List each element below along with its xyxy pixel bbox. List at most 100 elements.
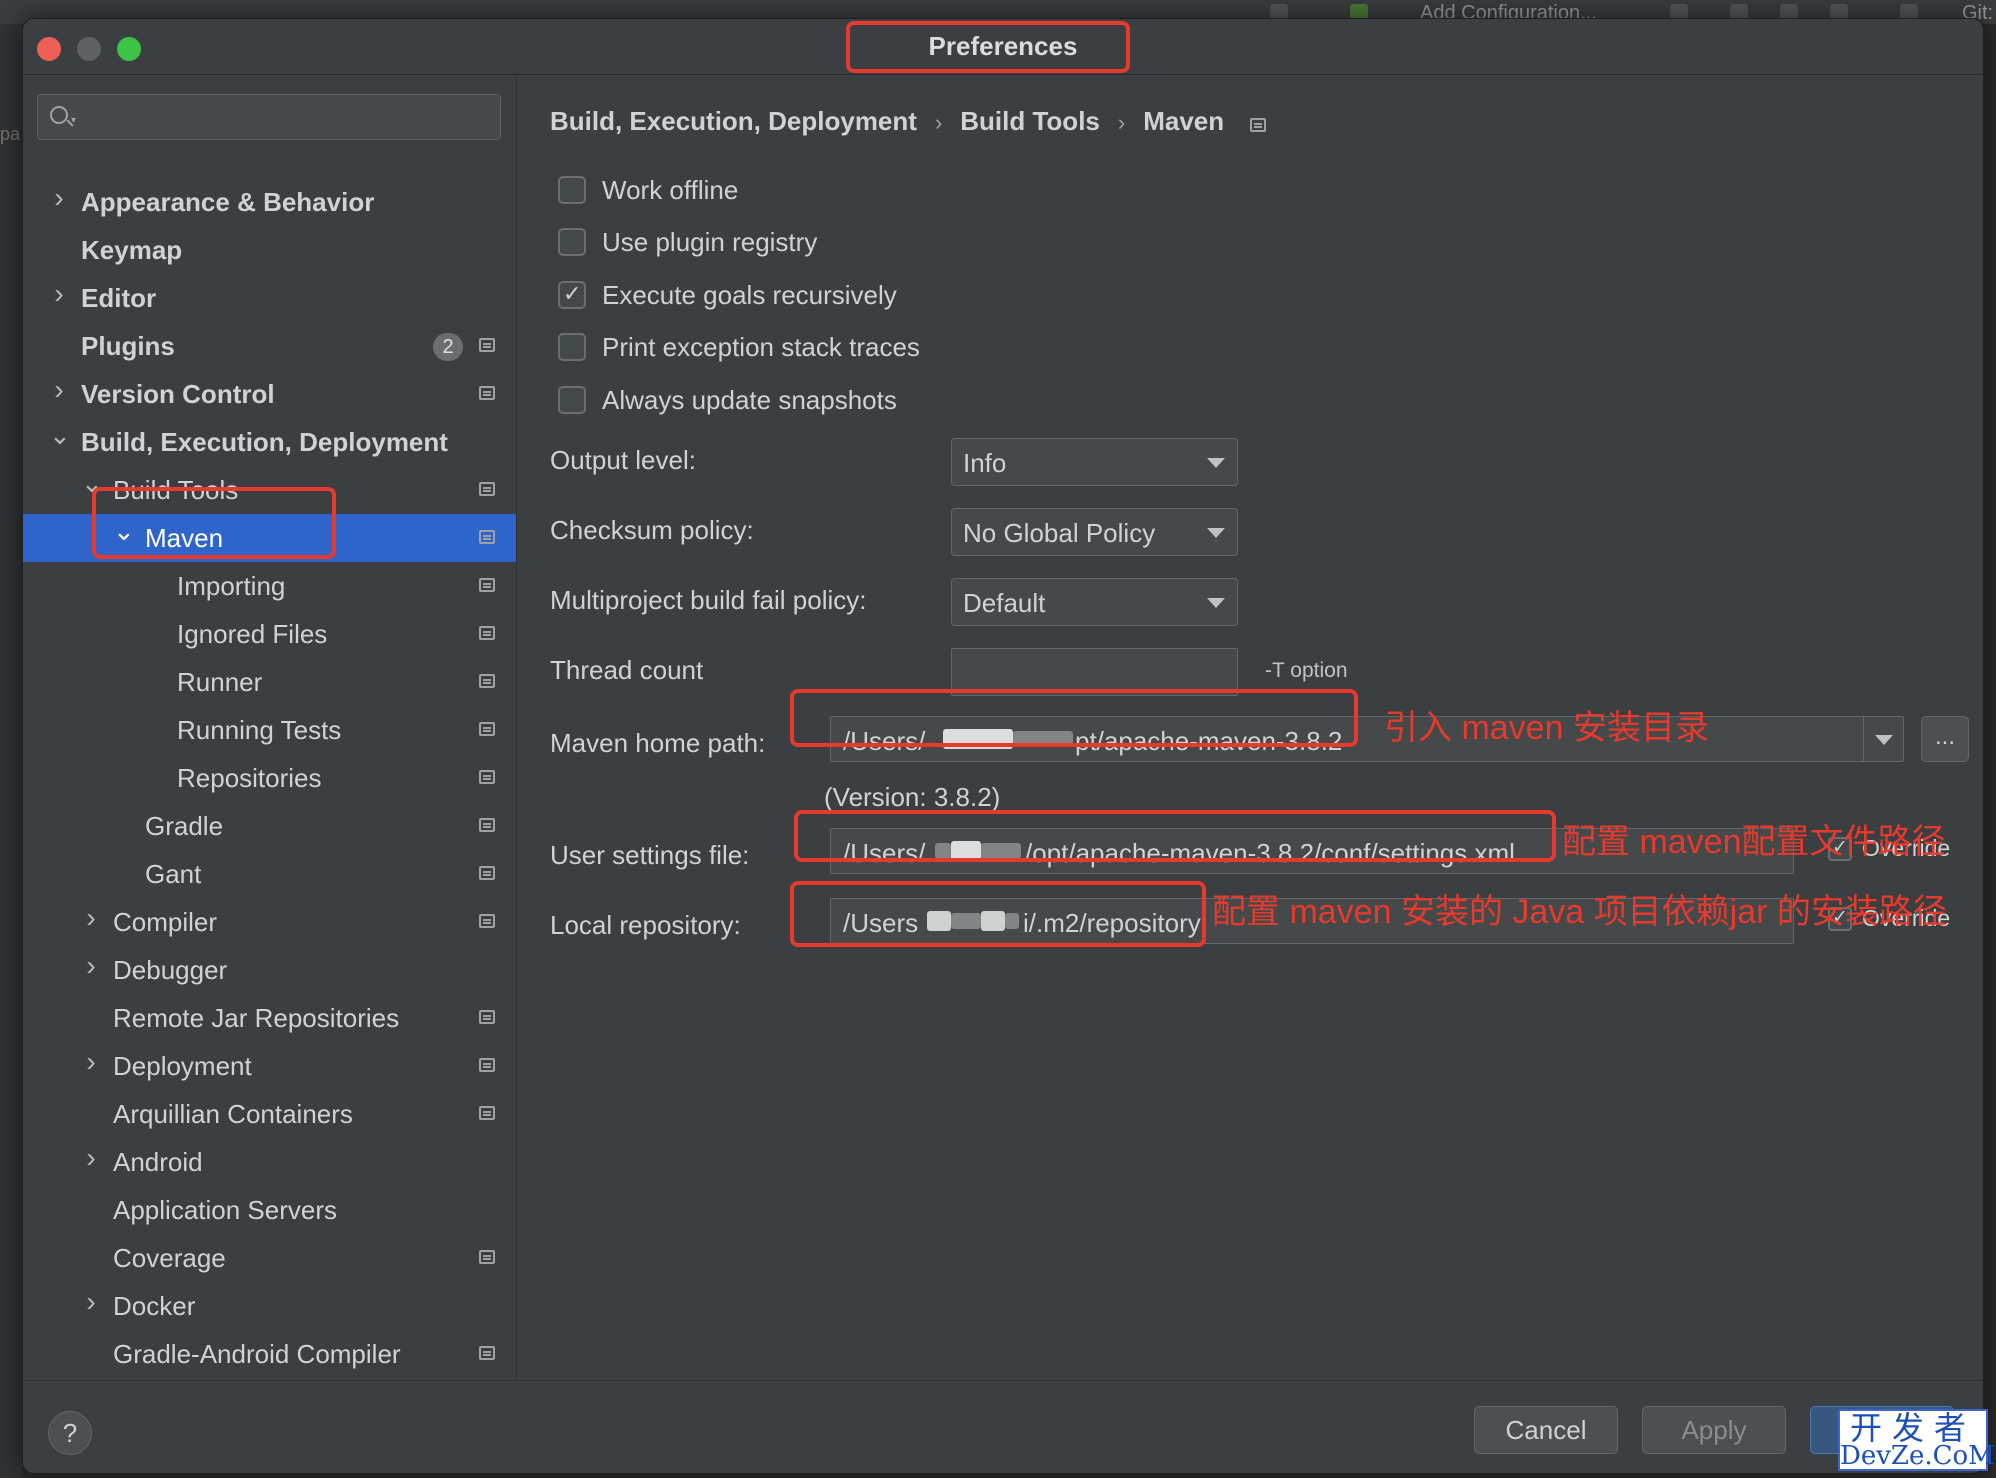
sidebar-item-build-execution-deployment[interactable]: ⌄ Build, Execution, Deployment — [23, 418, 516, 466]
breadcrumb: Build, Execution, Deployment › Build Tools… — [550, 106, 1267, 137]
sidebar-item-android[interactable]: › Android — [23, 1138, 516, 1186]
sidebar-item-repositories[interactable]: Repositories — [23, 754, 516, 802]
sidebar-item-label: Compiler — [113, 907, 218, 937]
search-options-chevron-icon[interactable]: ▾ — [71, 115, 76, 126]
cancel-button[interactable]: Cancel — [1474, 1406, 1618, 1454]
checkbox-label[interactable]: Execute goals recursively — [602, 280, 897, 311]
sidebar-item-label: Debugger — [113, 955, 228, 985]
sidebar-item-running-tests[interactable]: Running Tests — [23, 706, 516, 754]
browse-label: ... — [1934, 723, 1955, 750]
dialog-footer: ? Cancel Apply OK — [23, 1380, 1983, 1473]
breadcrumb-item: Build, Execution, Deployment — [550, 106, 917, 136]
sidebar-item-arquillian-containers[interactable]: Arquillian Containers — [23, 1090, 516, 1138]
sidebar-item-runner[interactable]: Runner — [23, 658, 516, 706]
select-value: Info — [963, 448, 1007, 478]
sidebar-item-editor[interactable]: › Editor — [23, 274, 516, 322]
user-settings-highlight-box — [794, 810, 1556, 862]
site-watermark: 开发者 DevZe.CoM — [1838, 1409, 1995, 1471]
ide-side-text: pa — [0, 124, 21, 144]
sidebar-item-keymap[interactable]: Keymap — [23, 226, 516, 274]
sidebar-item-label: Ignored Files — [177, 619, 328, 649]
sidebar-item-label: Application Servers — [113, 1195, 337, 1225]
checksum-policy-select[interactable]: No Global Policy — [951, 508, 1238, 556]
checkbox-box[interactable] — [558, 333, 586, 361]
project-scope-icon — [479, 386, 495, 400]
sidebar-item-ignored-files[interactable]: Ignored Files — [23, 610, 516, 658]
sidebar-item-label: Remote Jar Repositories — [113, 1003, 400, 1033]
sidebar-item-appearance-behavior[interactable]: › Appearance & Behavior — [23, 178, 516, 226]
select-value: Default — [963, 588, 1046, 618]
maven-home-path-label: Maven home path: — [550, 728, 766, 758]
project-scope-icon — [479, 530, 495, 544]
project-scope-icon — [479, 722, 495, 736]
checkbox-box[interactable] — [558, 281, 586, 309]
checkbox-label[interactable]: Use plugin registry — [602, 227, 817, 258]
chevron-right-icon[interactable]: › — [81, 1048, 101, 1076]
project-scope-icon — [479, 914, 495, 928]
chevron-right-icon[interactable]: › — [81, 1288, 101, 1316]
breadcrumb-separator-icon: › — [934, 110, 943, 135]
checkbox-label[interactable]: Print exception stack traces — [602, 332, 920, 363]
project-scope-icon — [479, 338, 495, 352]
chevron-down-icon[interactable]: ⌄ — [49, 422, 71, 448]
project-scope-icon — [479, 1010, 495, 1024]
apply-button[interactable]: Apply — [1642, 1406, 1786, 1454]
sidebar-item-gradle[interactable]: Gradle — [23, 802, 516, 850]
sidebar-item-application-servers[interactable]: Application Servers — [23, 1186, 516, 1234]
breadcrumb-separator-icon: › — [1117, 110, 1126, 135]
chevron-down-icon — [1207, 528, 1225, 538]
sidebar-item-debugger[interactable]: › Debugger — [23, 946, 516, 994]
sidebar-item-label: Repositories — [177, 763, 322, 793]
sidebar-item-label: Coverage — [113, 1243, 226, 1273]
sidebar-item-coverage[interactable]: Coverage — [23, 1234, 516, 1282]
thread-count-label: Thread count — [550, 655, 704, 685]
project-scope-icon — [479, 866, 495, 880]
search-icon[interactable] — [50, 106, 68, 124]
chevron-right-icon[interactable]: › — [81, 904, 101, 932]
browse-maven-home-button[interactable]: ... — [1921, 716, 1969, 762]
maven-version-text: (Version: 3.8.2) — [824, 782, 1001, 812]
output-level-select[interactable]: Info — [951, 438, 1238, 486]
sidebar-item-deployment[interactable]: › Deployment — [23, 1042, 516, 1090]
checkbox-box[interactable] — [558, 228, 586, 256]
chevron-right-icon[interactable]: › — [81, 952, 101, 980]
checksum-policy-label: Checksum policy: — [550, 515, 754, 545]
sidebar-item-importing[interactable]: Importing — [23, 562, 516, 610]
project-scope-icon — [479, 770, 495, 784]
sidebar-item-gradle-android-compiler[interactable]: Gradle-Android Compiler — [23, 1330, 516, 1378]
settings-search-input[interactable]: ▾ — [37, 94, 501, 140]
project-scope-icon — [479, 1058, 495, 1072]
sidebar-item-label: Running Tests — [177, 715, 342, 745]
sidebar-item-label: Plugins — [81, 331, 175, 361]
sidebar-item-label: Gradle — [145, 811, 224, 841]
chevron-right-icon[interactable]: › — [49, 376, 69, 404]
user-settings-annotation: 配置 maven配置文件路径 — [1562, 823, 1946, 861]
chevron-right-icon[interactable]: › — [49, 184, 69, 212]
sidebar-item-label: Appearance & Behavior — [81, 187, 375, 217]
checkbox-label[interactable]: Always update snapshots — [602, 385, 897, 416]
local-repo-annotation: 配置 maven 安装的 Java 项目依赖jar 的安装路径 — [1212, 893, 1947, 931]
sidebar-item-version-control[interactable]: › Version Control — [23, 370, 516, 418]
checkbox-box[interactable] — [558, 176, 586, 204]
multiproject-fail-policy-select[interactable]: Default — [951, 578, 1238, 626]
project-scope-icon — [479, 1106, 495, 1120]
sidebar-item-gant[interactable]: Gant — [23, 850, 516, 898]
chevron-down-icon[interactable] — [1875, 735, 1893, 745]
checkbox-label[interactable]: Work offline — [602, 175, 738, 206]
checkbox-box[interactable] — [558, 386, 586, 414]
help-button[interactable]: ? — [48, 1411, 92, 1455]
chevron-right-icon[interactable]: › — [81, 1144, 101, 1172]
maven-home-annotation: 引入 maven 安装目录 — [1384, 709, 1709, 747]
sidebar-item-label: Android — [113, 1147, 203, 1177]
sidebar-item-remote-jar-repositories[interactable]: Remote Jar Repositories — [23, 994, 516, 1042]
sidebar-item-docker[interactable]: › Docker — [23, 1282, 516, 1330]
sidebar-item-label: Importing — [177, 571, 286, 601]
combo-divider — [1863, 716, 1864, 762]
thread-count-hint: -T option — [1265, 659, 1348, 682]
project-scope-icon — [479, 818, 495, 832]
sidebar-item-compiler[interactable]: › Compiler — [23, 898, 516, 946]
local-repository-label: Local repository: — [550, 910, 741, 940]
sidebar-item-plugins[interactable]: Plugins 2 — [23, 322, 516, 370]
chevron-right-icon[interactable]: › — [49, 280, 69, 308]
sidebar-item-label: Version Control — [81, 379, 275, 409]
